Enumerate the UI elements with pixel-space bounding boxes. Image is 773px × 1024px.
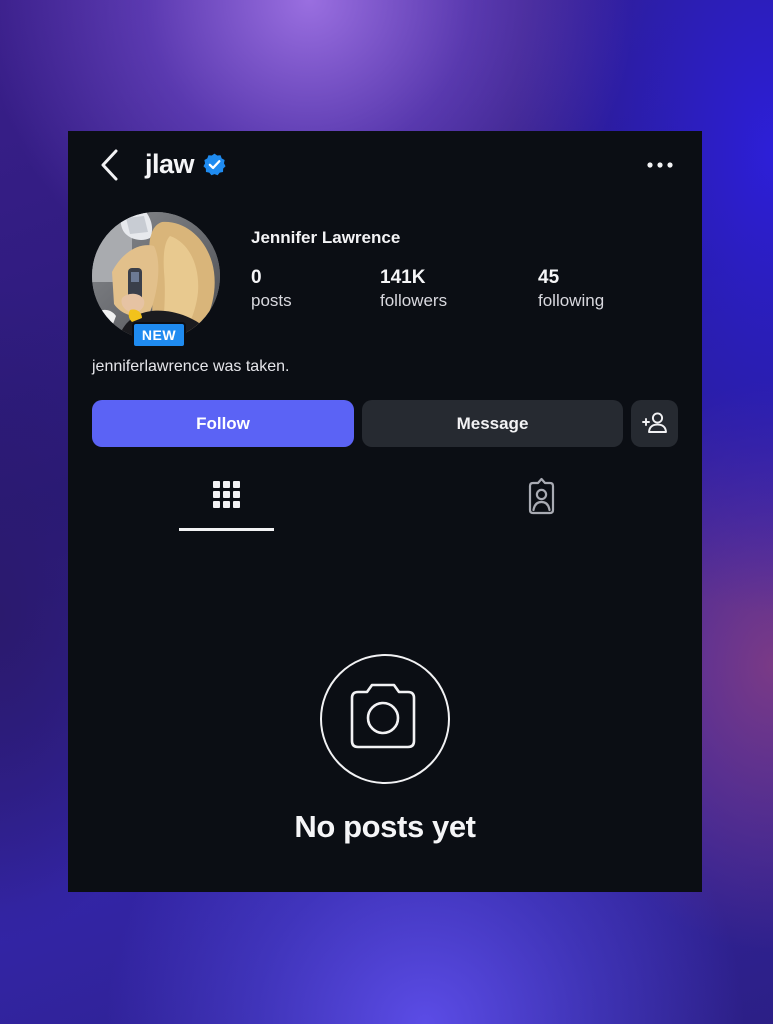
chevron-left-icon bbox=[101, 149, 118, 181]
profile-tabs bbox=[68, 471, 702, 531]
profile-avatar[interactable]: NEW bbox=[92, 212, 220, 348]
more-horizontal-icon bbox=[647, 162, 673, 168]
display-name: Jennifer Lawrence bbox=[251, 228, 401, 247]
stat-following-value: 45 bbox=[538, 267, 560, 288]
avatar-photo bbox=[92, 212, 220, 340]
tagged-person-icon bbox=[528, 477, 555, 515]
stat-posts-value: 0 bbox=[251, 267, 262, 288]
camera-icon bbox=[350, 683, 416, 749]
add-user-icon bbox=[642, 412, 667, 433]
empty-state-circle bbox=[320, 654, 450, 784]
grid-icon bbox=[213, 481, 240, 508]
stat-followers-label: followers bbox=[380, 291, 448, 310]
stat-posts[interactable]: 0 posts bbox=[251, 267, 292, 312]
follow-button[interactable]: Follow bbox=[92, 400, 354, 447]
new-badge: NEW bbox=[132, 322, 186, 348]
message-button[interactable]: Message bbox=[362, 400, 623, 447]
more-options-button[interactable] bbox=[644, 155, 676, 175]
tab-tagged[interactable] bbox=[494, 471, 589, 531]
stat-following[interactable]: 45 following bbox=[538, 267, 604, 312]
back-button[interactable] bbox=[96, 147, 126, 183]
tab-grid[interactable] bbox=[179, 471, 274, 531]
active-tab-indicator bbox=[179, 528, 274, 531]
stat-posts-label: posts bbox=[251, 291, 292, 310]
profile-bio: jenniferlawrence was taken. bbox=[92, 358, 290, 375]
profile-card: jlaw NEW Jennifer Lawrence 0 posts 141K … bbox=[68, 131, 702, 892]
profile-username: jlaw bbox=[145, 149, 195, 179]
suggest-user-button[interactable] bbox=[631, 400, 678, 447]
stat-followers[interactable]: 141K followers bbox=[380, 267, 447, 312]
stat-followers-value: 141K bbox=[380, 267, 426, 288]
top-bar: jlaw bbox=[68, 131, 702, 197]
empty-state-text: No posts yet bbox=[294, 809, 476, 844]
stat-following-label: following bbox=[538, 291, 605, 310]
verified-badge-icon bbox=[203, 153, 226, 176]
